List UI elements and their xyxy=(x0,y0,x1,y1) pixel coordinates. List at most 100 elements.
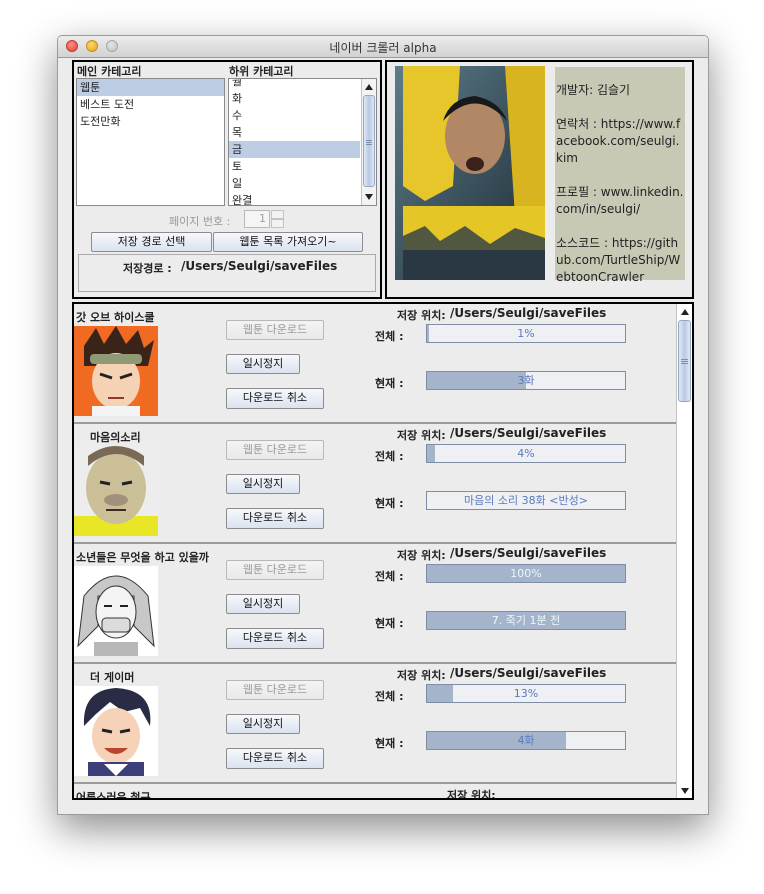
save-location-value: /Users/Seulgi/saveFiles xyxy=(450,426,607,440)
save-location-label: 저장 위치: xyxy=(447,789,496,798)
total-progress-bar: 4% xyxy=(426,444,626,463)
download-item: 마음의소리웹툰 다운로드일시정지다운로드 취소 저장 위치: /Users/Seul… xyxy=(74,424,676,544)
save-location-label: 저장 위치: xyxy=(397,429,446,442)
page-number-label: 페이지 번호 : xyxy=(169,215,231,228)
save-location-label: 저장 위치: xyxy=(397,669,446,682)
sub-category-list[interactable]: 월 화 수 목 금 토 일 완결 xyxy=(228,78,377,206)
total-progress-label: 전체 : xyxy=(375,450,404,463)
download-item: 더 게이머웹툰 다운로드일시정지다운로드 취소 저장 위치: /Users/Seul… xyxy=(74,664,676,784)
developer-photo xyxy=(395,66,545,280)
list-item[interactable]: 수 xyxy=(229,107,360,124)
list-item[interactable]: 월 xyxy=(229,79,360,90)
list-item[interactable]: 웹툰 xyxy=(77,79,224,96)
spinner-down-icon[interactable] xyxy=(271,219,284,228)
total-progress-text: 4% xyxy=(517,447,535,460)
download-list: 갓 오브 하이스쿨 웹툰 다운로드 일시정지 다운로드 취소 저장 위치:/Users/… xyxy=(74,304,676,798)
cancel-download-button[interactable]: 다운로드 취소 xyxy=(226,748,324,769)
save-location-value: /Users/Seulgi/saveFiles xyxy=(450,546,607,560)
total-progress-bar: 13% xyxy=(426,684,626,703)
scrollbar-thumb[interactable] xyxy=(678,320,691,402)
total-progress-label: 전체 : xyxy=(375,570,404,583)
scroll-up-arrow-icon[interactable] xyxy=(681,309,689,315)
save-path-value: /Users/Seulgi/saveFiles xyxy=(181,259,338,273)
list-item[interactable]: 완결 xyxy=(229,192,360,205)
webtoon-title: 마음의소리 xyxy=(90,431,141,444)
current-progress-text: 3화 xyxy=(517,374,535,387)
cancel-download-button[interactable]: 다운로드 취소 xyxy=(226,508,324,529)
pause-button[interactable]: 일시정지 xyxy=(226,714,300,734)
current-progress-bar: 7. 죽기 1분 전 xyxy=(426,611,626,630)
total-progress-label: 전체 : xyxy=(375,690,404,703)
scroll-down-arrow-icon[interactable] xyxy=(365,194,373,200)
source-code-github: 소스코드 : https://github.com/TurtleShip/Web… xyxy=(556,236,681,284)
scrollbar-thumb[interactable] xyxy=(363,95,375,187)
developer-name: 개발자: 김슬기 xyxy=(556,83,631,97)
spinner-up-icon[interactable] xyxy=(271,210,284,219)
list-item[interactable]: 베스트 도전 xyxy=(77,96,224,113)
download-list-scrollbar[interactable] xyxy=(676,304,692,798)
download-panel: 갓 오브 하이스쿨 웹툰 다운로드 일시정지 다운로드 취소 저장 위치:/Users/… xyxy=(72,302,694,800)
download-item: 갓 오브 하이스쿨 웹툰 다운로드 일시정지 다운로드 취소 저장 위치: /Users/… xyxy=(74,304,676,424)
total-progress-text: 1% xyxy=(517,327,535,340)
webtoon-title: 소년들은 무엇을 하고 있을까 xyxy=(76,551,209,564)
current-progress-label: 현재 : xyxy=(375,617,404,630)
profile-linkedin: 프로필 : www.linkedin.com/in/seulgi/ xyxy=(556,185,684,216)
total-progress-bar: 1% xyxy=(426,324,626,343)
total-progress-bar: 100% xyxy=(426,564,626,583)
sub-category-scrollbar[interactable] xyxy=(361,79,376,205)
page-number-spinner[interactable]: 1 xyxy=(244,210,284,228)
total-progress-text: 100% xyxy=(510,567,542,580)
pause-button[interactable]: 일시정지 xyxy=(226,354,300,374)
save-location-value: /Users/Seulgi/saveFiles xyxy=(450,666,607,680)
webtoon-thumbnail xyxy=(74,566,158,656)
list-item[interactable]: 도전만화 xyxy=(77,113,224,130)
webtoon-title: 갓 오브 하이스쿨 xyxy=(76,311,155,324)
total-progress-label: 전체 : xyxy=(375,330,404,343)
list-item[interactable]: 목 xyxy=(229,124,360,141)
current-progress-label: 현재 : xyxy=(375,737,404,750)
total-progress-text: 13% xyxy=(513,687,539,700)
cancel-download-button[interactable]: 다운로드 취소 xyxy=(226,628,324,649)
current-progress-text: 7. 죽기 1분 전 xyxy=(491,614,561,627)
webtoon-thumbnail xyxy=(74,326,158,416)
profile-info-box: 개발자: 김슬기 연락처 : https://www.facebook.com/… xyxy=(555,67,685,284)
current-progress-text: 4화 xyxy=(517,734,535,747)
pause-button[interactable]: 일시정지 xyxy=(226,594,300,614)
download-webtoon-button: 웹툰 다운로드 xyxy=(226,440,324,460)
webtoon-title: 더 게이머 xyxy=(90,671,135,684)
current-progress-label: 현재 : xyxy=(375,497,404,510)
profile-panel: 개발자: 김슬기 연락처 : https://www.facebook.com/… xyxy=(385,60,694,299)
current-progress-bar: 3화 xyxy=(426,371,626,390)
save-path-label: 저장경로 : xyxy=(123,262,172,275)
download-item: 어른스러운 철구 저장 위치: xyxy=(74,784,676,798)
list-item[interactable]: 금 xyxy=(229,141,360,158)
download-webtoon-button: 웹툰 다운로드 xyxy=(226,680,324,700)
download-webtoon-button: 웹툰 다운로드 xyxy=(226,560,324,580)
page-number-input[interactable]: 1 xyxy=(244,210,270,228)
download-item: 소년들은 무엇을 하고 있을까웹툰 다운로드일시정지다운로드 취소 저장 위치: /… xyxy=(74,544,676,664)
app-window: 네이버 크롤러 alpha 메인 카테고리 하위 카테고리 웹툰 베스트 도전 도전… xyxy=(57,35,709,815)
download-webtoon-button: 웹툰 다운로드 xyxy=(226,320,324,340)
current-progress-label: 현재 : xyxy=(375,377,404,390)
current-progress-text: 마음의 소리 38화 <반성> xyxy=(464,494,588,507)
scroll-up-arrow-icon[interactable] xyxy=(365,84,373,90)
choose-save-path-button[interactable]: 저장 경로 선택 xyxy=(91,232,212,252)
webtoon-thumbnail xyxy=(74,446,158,536)
webtoon-thumbnail xyxy=(74,686,158,776)
sub-category-label: 하위 카테고리 xyxy=(229,65,294,78)
category-panel: 메인 카테고리 하위 카테고리 웹툰 베스트 도전 도전만화 월 화 수 목 금 토 일 완결 페… xyxy=(72,60,382,299)
pause-button[interactable]: 일시정지 xyxy=(226,474,300,494)
list-item[interactable]: 일 xyxy=(229,175,360,192)
list-item[interactable]: 화 xyxy=(229,90,360,107)
main-category-label: 메인 카테고리 xyxy=(77,65,142,78)
title-bar: 네이버 크롤러 alpha xyxy=(58,36,708,58)
scroll-down-arrow-icon[interactable] xyxy=(681,788,689,794)
main-category-list[interactable]: 웹툰 베스트 도전 도전만화 xyxy=(76,78,225,206)
fetch-webtoon-list-button[interactable]: 웹툰 목록 가져오기~ xyxy=(213,232,363,252)
contact-facebook: 연락처 : https://www.facebook.com/seulgi.ki… xyxy=(556,117,681,165)
list-item[interactable]: 토 xyxy=(229,158,360,175)
save-location-label: 저장 위치: xyxy=(397,549,446,562)
save-path-box: 저장경로 : /Users/Seulgi/saveFiles xyxy=(78,254,376,292)
window-title: 네이버 크롤러 alpha xyxy=(329,41,437,55)
cancel-download-button[interactable]: 다운로드 취소 xyxy=(226,388,324,409)
